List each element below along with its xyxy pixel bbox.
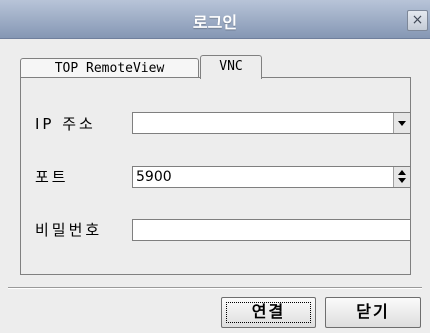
separator [8,287,422,289]
port-spinbox[interactable]: 5900 [132,166,411,188]
connect-button[interactable]: 연결 [221,297,316,328]
ip-address-label: IP 주소 [35,115,96,133]
close-window-button[interactable]: × [407,10,428,31]
port-stepper[interactable] [393,167,410,187]
port-value: 5900 [136,169,172,185]
password-label: 비밀번호 [35,221,103,239]
arrow-up-icon [398,170,406,175]
port-label: 포트 [35,168,69,186]
window-title: 로그인 [192,13,238,32]
arrow-down-icon [398,178,406,183]
ip-address-combobox[interactable] [132,112,411,134]
tab-vnc[interactable]: VNC [200,55,262,79]
close-button[interactable]: 닫기 [325,297,421,328]
dropdown-button[interactable] [393,113,410,133]
tab-top-remoteview[interactable]: TOP RemoteView [20,58,199,78]
focus-indicator [226,302,311,323]
title-bar: 로그인 × [0,0,430,39]
password-field[interactable] [132,219,411,241]
chevron-down-icon [398,121,406,126]
